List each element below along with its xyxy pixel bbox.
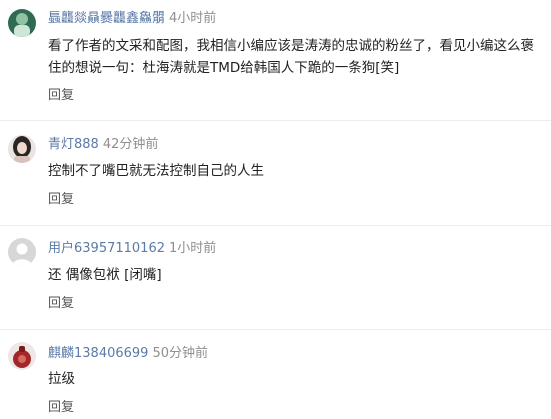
avatar[interactable] bbox=[8, 9, 36, 37]
comment-divider bbox=[0, 120, 551, 121]
reply-button[interactable]: 回复 bbox=[48, 400, 74, 416]
avatar[interactable] bbox=[8, 342, 36, 370]
comment-time: 42分钟前 bbox=[102, 137, 159, 152]
reply-button[interactable]: 回复 bbox=[48, 296, 74, 312]
comment-divider bbox=[0, 329, 551, 330]
comment-text-line: 还 偶像包袱 [闭嘴] bbox=[48, 267, 162, 283]
username[interactable]: 螶龘燚贔爨龘鑫鱻朤 bbox=[48, 11, 165, 26]
comment-time: 50分钟前 bbox=[152, 346, 208, 361]
username[interactable]: 麒麟138406699 bbox=[48, 346, 148, 361]
comment-time: 4小时前 bbox=[169, 11, 217, 26]
reply-button[interactable]: 回复 bbox=[48, 192, 74, 208]
avatar[interactable] bbox=[8, 238, 36, 266]
comment-divider bbox=[0, 225, 551, 226]
comment-text-line: 拉级 bbox=[48, 371, 75, 387]
comment-text-line: 住的想说一句：杜海涛就是TMD给韩国人下跪的一条狗[笑] bbox=[48, 60, 400, 76]
username[interactable]: 用户63957110162 bbox=[48, 241, 165, 256]
username[interactable]: 青灯888 bbox=[48, 137, 99, 152]
comment-text-line: 看了作者的文采和配图，我相信小编应该是涛涛的忠诚的粉丝了，看见小编这么褒 bbox=[48, 38, 534, 54]
comment-time: 1小时前 bbox=[168, 241, 217, 256]
comment-text-line: 控制不了嘴巴就无法控制自己的人生 bbox=[48, 163, 264, 179]
avatar[interactable] bbox=[8, 135, 36, 163]
reply-button[interactable]: 回复 bbox=[48, 88, 74, 104]
